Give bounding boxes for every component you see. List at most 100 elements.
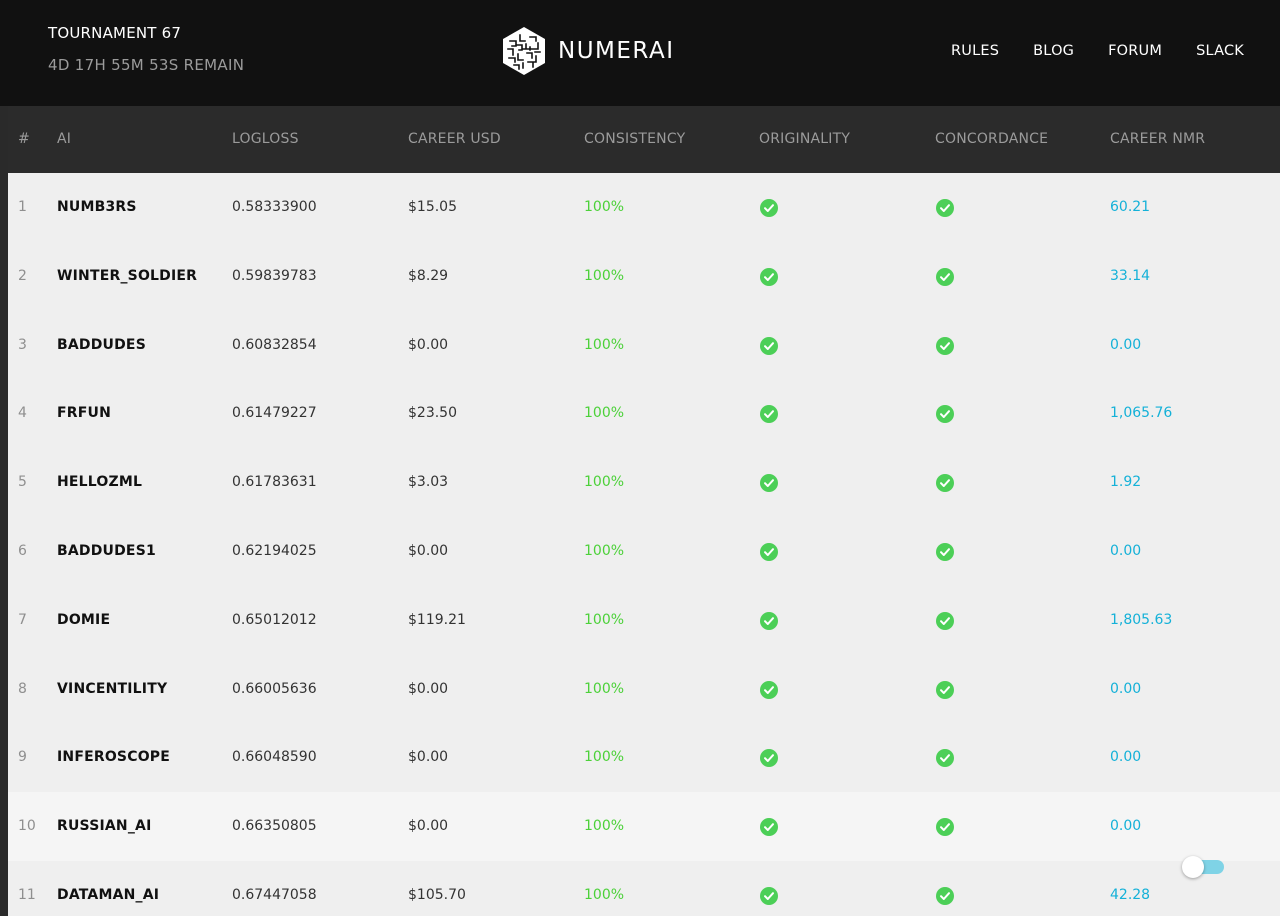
col-career-usd-header[interactable]: CAREER USD: [408, 131, 501, 147]
concordance-check-icon: [936, 336, 954, 355]
originality-check-icon: [760, 680, 778, 699]
rank-cell: 5: [18, 474, 27, 491]
career-usd-cell: $0.00: [408, 542, 449, 559]
consistency-cell: 100%: [584, 611, 625, 628]
ai-name-cell[interactable]: DOMIE: [57, 612, 110, 628]
rank-cell: 1: [18, 199, 27, 215]
consistency-cell: 100%: [584, 749, 625, 766]
col-career-nmr-header[interactable]: CAREER NMR: [1110, 131, 1205, 147]
originality-check-icon: [760, 474, 778, 493]
ai-name-cell[interactable]: BADDUDES1: [57, 543, 156, 559]
leaderboard-rows: 1 NUMB3RS 0.58333900 $15.05 100% 60.21 2…: [8, 173, 1280, 916]
rank-cell: 10: [18, 818, 36, 835]
left-edge: [0, 106, 8, 916]
rank-cell: 7: [18, 611, 27, 628]
table-row[interactable]: 6 BADDUDES1 0.62194025 $0.00 100% 0.00: [8, 516, 1280, 586]
concordance-check-icon: [936, 542, 954, 561]
consistency-cell: 100%: [584, 818, 625, 835]
time-remaining: 4D 17H 55M 53S REMAIN: [48, 56, 245, 74]
ai-name-cell[interactable]: INFEROSCOPE: [57, 749, 170, 765]
originality-check-icon: [760, 542, 778, 561]
table-row[interactable]: 3 BADDUDES 0.60832854 $0.00 100% 0.00: [8, 310, 1280, 380]
originality-check-icon: [760, 405, 778, 424]
numerai-logo[interactable]: NUMERAI: [500, 25, 674, 77]
consistency-cell: 100%: [584, 199, 625, 215]
nav-forum-link[interactable]: FORUM: [1108, 43, 1162, 59]
career-nmr-cell: 60.21: [1110, 199, 1151, 215]
logloss-cell: 0.67447058: [232, 886, 317, 903]
concordance-check-icon: [936, 267, 954, 286]
col-concordance-header[interactable]: CONCORDANCE: [935, 131, 1048, 147]
logloss-cell: 0.62194025: [232, 542, 317, 559]
nav-blog-link[interactable]: BLOG: [1033, 43, 1074, 59]
ai-name-cell[interactable]: FRFUN: [57, 405, 111, 421]
rank-cell: 9: [18, 749, 27, 766]
career-usd-cell: $15.05: [408, 199, 457, 215]
concordance-check-icon: [936, 405, 954, 424]
concordance-check-icon: [936, 474, 954, 493]
originality-check-icon: [760, 611, 778, 630]
tournament-title: TOURNAMENT 67: [48, 24, 182, 42]
career-usd-cell: $119.21: [408, 611, 466, 628]
originality-check-icon: [760, 886, 778, 905]
top-header: TOURNAMENT 67 4D 17H 55M 53S REMAIN NUME…: [0, 0, 1280, 106]
concordance-check-icon: [936, 886, 954, 905]
col-logloss-header[interactable]: LOGLOSS: [232, 131, 299, 147]
logloss-cell: 0.66005636: [232, 680, 317, 697]
ai-name-cell[interactable]: NUMB3RS: [57, 199, 137, 215]
career-nmr-cell: 0.00: [1110, 542, 1142, 559]
table-row[interactable]: 1 NUMB3RS 0.58333900 $15.05 100% 60.21: [8, 173, 1280, 242]
ai-name-cell[interactable]: HELLOZML: [57, 474, 142, 490]
originality-check-icon: [760, 336, 778, 355]
career-nmr-cell: 33.14: [1110, 267, 1151, 284]
toggle-knob[interactable]: [1182, 856, 1204, 878]
table-row[interactable]: 5 HELLOZML 0.61783631 $3.03 100% 1.92: [8, 448, 1280, 517]
originality-check-icon: [760, 818, 778, 837]
col-ai-header[interactable]: AI: [57, 131, 71, 147]
table-row[interactable]: 11 DATAMAN_AI 0.67447058 $105.70 100% 42…: [8, 860, 1280, 916]
table-row[interactable]: 10 RUSSIAN_AI 0.66350805 $0.00 100% 0.00: [8, 792, 1280, 861]
originality-check-icon: [760, 267, 778, 286]
consistency-cell: 100%: [584, 886, 625, 903]
career-nmr-cell: 42.28: [1110, 886, 1151, 903]
career-nmr-cell: 1.92: [1110, 474, 1142, 491]
ai-name-cell[interactable]: BADDUDES: [57, 337, 146, 353]
ai-name-cell[interactable]: DATAMAN_AI: [57, 887, 159, 903]
ai-name-cell[interactable]: WINTER_SOLDIER: [57, 268, 197, 284]
table-row[interactable]: 7 DOMIE 0.65012012 $119.21 100% 1,805.63: [8, 585, 1280, 655]
career-usd-cell: $8.29: [408, 267, 449, 284]
col-consistency-header[interactable]: CONSISTENCY: [584, 131, 685, 147]
table-row[interactable]: 2 WINTER_SOLDIER 0.59839783 $8.29 100% 3…: [8, 241, 1280, 311]
consistency-cell: 100%: [584, 336, 625, 353]
ai-name-cell[interactable]: VINCENTILITY: [57, 681, 167, 697]
col-rank-header[interactable]: #: [18, 131, 30, 147]
logloss-cell: 0.59839783: [232, 267, 317, 284]
table-row[interactable]: 4 FRFUN 0.61479227 $23.50 100% 1,065.76: [8, 379, 1280, 449]
concordance-check-icon: [936, 199, 954, 217]
concordance-check-icon: [936, 680, 954, 699]
career-nmr-cell: 0.00: [1110, 818, 1142, 835]
theme-toggle-switch[interactable]: [1182, 856, 1224, 878]
table-row[interactable]: 8 VINCENTILITY 0.66005636 $0.00 100% 0.0…: [8, 654, 1280, 724]
logloss-cell: 0.60832854: [232, 336, 317, 353]
career-nmr-cell: 0.00: [1110, 336, 1142, 353]
nav-rules-link[interactable]: RULES: [951, 43, 999, 59]
logloss-cell: 0.61783631: [232, 474, 317, 491]
rank-cell: 2: [18, 267, 27, 284]
logloss-cell: 0.58333900: [232, 199, 317, 215]
numerai-logo-icon: [503, 27, 545, 75]
rank-cell: 11: [18, 886, 36, 903]
concordance-check-icon: [936, 818, 954, 837]
career-usd-cell: $105.70: [408, 886, 466, 903]
logloss-cell: 0.65012012: [232, 611, 317, 628]
table-row[interactable]: 9 INFEROSCOPE 0.66048590 $0.00 100% 0.00: [8, 723, 1280, 793]
col-originality-header[interactable]: ORIGINALITY: [759, 131, 850, 147]
logloss-cell: 0.61479227: [232, 405, 317, 422]
career-usd-cell: $0.00: [408, 336, 449, 353]
rank-cell: 4: [18, 405, 27, 422]
ai-name-cell[interactable]: RUSSIAN_AI: [57, 818, 152, 834]
nav-slack-link[interactable]: SLACK: [1196, 43, 1244, 59]
consistency-cell: 100%: [584, 680, 625, 697]
career-usd-cell: $0.00: [408, 749, 449, 766]
originality-check-icon: [760, 199, 778, 217]
